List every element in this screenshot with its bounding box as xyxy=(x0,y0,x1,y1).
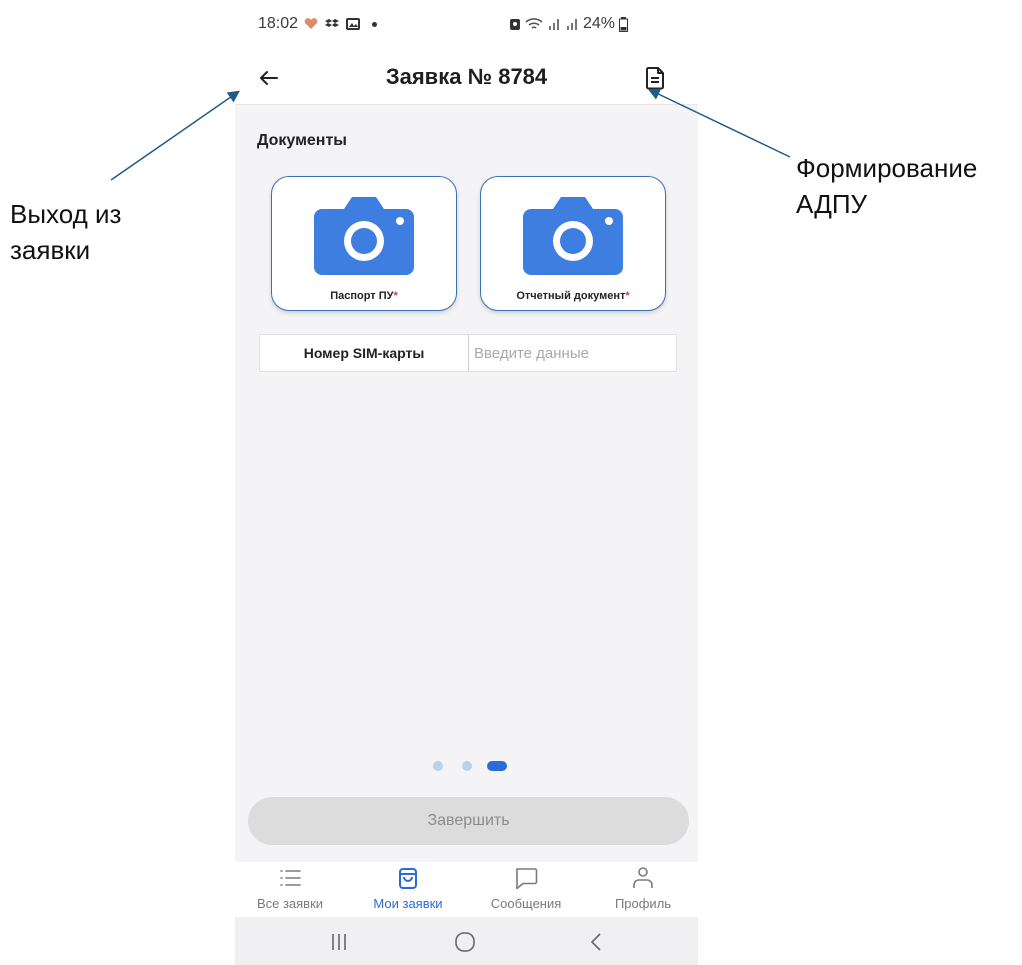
annotation-arrows xyxy=(110,88,791,181)
annotation-exit: Выход из заявки xyxy=(10,199,122,265)
annotation-adpu-line2: АДПУ xyxy=(796,189,868,219)
arrow-to-document-button xyxy=(647,88,791,158)
annotation-adpu-line1: Формирование xyxy=(796,153,978,183)
arrow-to-back-button xyxy=(110,90,240,181)
annotation-adpu: Формирование АДПУ xyxy=(796,150,977,222)
